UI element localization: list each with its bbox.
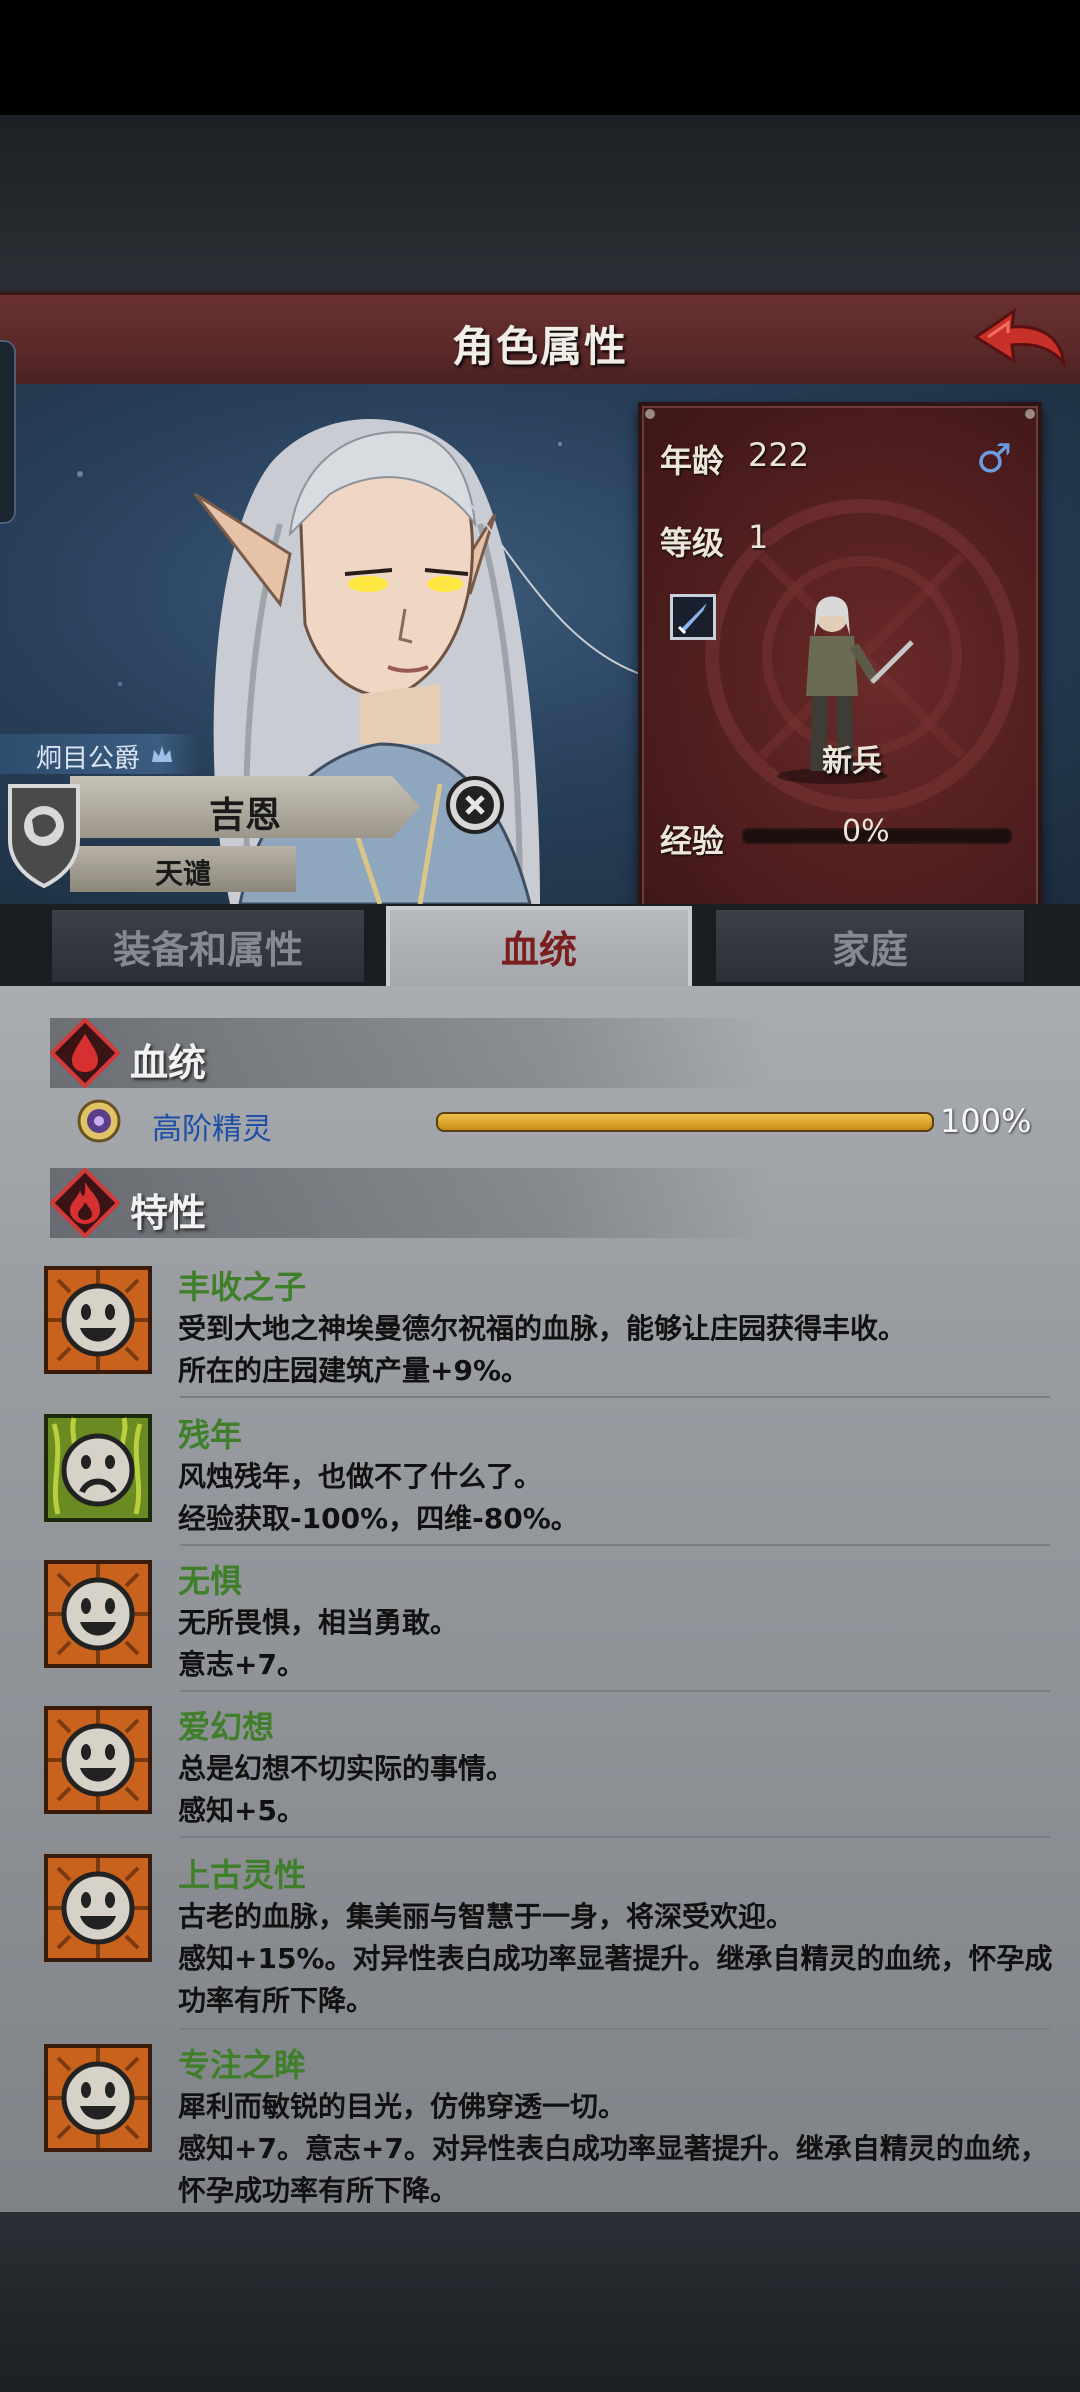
trait-effect-line: 感知+15%。对异性表白成功率显著提升。继承自精灵的血统，怀孕成 — [178, 1942, 1053, 1975]
trait-desc-line: 风烛残年，也做不了什么了。 — [178, 1460, 543, 1493]
character-name: 吉恩 — [208, 795, 281, 836]
bloodline-name: 高阶精灵 — [152, 1112, 272, 1147]
shield-crest-icon — [8, 784, 80, 888]
happy-face-icon — [44, 1266, 152, 1374]
trait-name: 残年 — [178, 1416, 243, 1454]
level-label: 等级 — [660, 524, 725, 562]
class-name: 新兵 — [822, 744, 882, 779]
top-background — [0, 115, 1080, 295]
tab-bloodline[interactable]: 血统 — [386, 906, 692, 986]
tab-equipment[interactable]: 装备和属性 — [48, 906, 368, 986]
trait-effect-line: 感知+7。意志+7。对异性表白成功率显著提升。继承自精灵的血统， — [178, 2132, 1048, 2165]
trait-name: 爱幻想 — [178, 1708, 275, 1746]
trait-description: 古老的血脉，集美丽与智慧于一身，将深受欢迎。 感知+15%。对异性表白成功率显著… — [178, 1896, 1058, 2022]
happy-face-icon — [44, 2044, 152, 2152]
noble-title-tag: 炯目公爵 — [0, 734, 200, 774]
trait-effect-line: 所在的庄园建筑产量+9%。 — [178, 1354, 529, 1387]
character-subtitle-plate: 天谴 — [70, 846, 296, 892]
exp-percent: 0% — [842, 814, 890, 849]
page-header: 角色属性 — [0, 292, 1080, 392]
trait-description: 受到大地之神埃曼德尔祝福的血脉，能够让庄园获得丰收。 所在的庄园建筑产量+9%。 — [178, 1308, 1058, 1392]
trait-desc-line: 古老的血脉，集美丽与智慧于一身，将深受欢迎。 — [178, 1900, 795, 1933]
divider — [180, 1690, 1050, 1692]
divider — [180, 1836, 1050, 1838]
happy-face-icon — [44, 1854, 152, 1962]
trait-effect-line: 感知+5。 — [178, 1794, 305, 1827]
back-button[interactable] — [968, 303, 1068, 379]
trait-name: 上古灵性 — [178, 1856, 307, 1894]
exp-label: 经验 — [660, 822, 725, 860]
tab-family[interactable]: 家庭 — [712, 906, 1028, 986]
trait-name: 专注之眸 — [178, 2046, 307, 2084]
dagger-class-icon[interactable] — [670, 594, 716, 640]
trait-desc-line: 总是幻想不切实际的事情。 — [178, 1752, 515, 1785]
trait-description: 总是幻想不切实际的事情。 感知+5。 — [178, 1748, 1058, 1832]
close-button[interactable] — [446, 776, 504, 834]
character-subtitle: 天谴 — [154, 857, 211, 890]
trait-effect-line: 经验获取-100%，四维-80%。 — [178, 1502, 579, 1535]
bloodline-section-title: 血统 — [130, 1041, 207, 1085]
trait-desc-line: 无所畏惧，相当勇敢。 — [178, 1606, 459, 1639]
level-value: 1 — [748, 518, 769, 556]
trait-effect-line: 意志+7。 — [178, 1648, 305, 1681]
happy-face-icon — [44, 1706, 152, 1814]
bloodline-section-header: 血统 — [50, 1018, 770, 1088]
age-value: 222 — [748, 436, 810, 474]
male-icon: ♂ — [976, 436, 1012, 482]
page-title: 角色属性 — [451, 322, 628, 371]
happy-face-icon — [44, 1560, 152, 1668]
crown-icon — [152, 746, 172, 762]
divider — [180, 1396, 1050, 1398]
trait-name: 丰收之子 — [178, 1268, 307, 1306]
close-icon — [456, 786, 494, 824]
trait-description: 风烛残年，也做不了什么了。 经验获取-100%，四维-80%。 — [178, 1456, 1058, 1540]
divider — [180, 2028, 1050, 2030]
traits-section-header: 特性 — [50, 1168, 770, 1238]
bloodline-row: 高阶精灵 100% — [50, 1098, 1040, 1148]
age-label: 年龄 — [660, 442, 725, 480]
bloodline-progress-bar — [436, 1112, 934, 1132]
divider — [180, 1544, 1050, 1546]
blood-drop-icon — [50, 1018, 120, 1088]
sad-face-icon — [44, 1414, 152, 1522]
bloodline-percent: 100% — [940, 1102, 1032, 1140]
elf-bloodline-icon — [77, 1099, 121, 1143]
bottom-background — [0, 2212, 1080, 2392]
bloodline-content[interactable]: 血统 高阶精灵 100% 特性 丰收之子 受到大地之神埃曼德尔祝福的血脉，能够让… — [0, 986, 1080, 2212]
noble-title: 炯目公爵 — [36, 744, 141, 774]
trait-name: 无惧 — [178, 1562, 243, 1600]
flame-icon — [50, 1168, 120, 1238]
trait-description: 犀利而敏锐的目光，仿佛穿透一切。 感知+7。意志+7。对异性表白成功率显著提升。… — [178, 2086, 1058, 2212]
trait-effect-line: 怀孕成功率有所下降。 — [178, 2174, 459, 2207]
stats-panel: 年龄 222 ♂ 等级 1 新兵 经验 0% — [638, 402, 1042, 910]
trait-effect-line: 功率有所下降。 — [178, 1984, 375, 2017]
trait-description: 无所畏惧，相当勇敢。 意志+7。 — [178, 1602, 1058, 1686]
trait-desc-line: 犀利而敏锐的目光，仿佛穿透一切。 — [178, 2090, 627, 2123]
trait-desc-line: 受到大地之神埃曼德尔祝福的血脉，能够让庄园获得丰收。 — [178, 1312, 907, 1345]
character-name-plate[interactable]: 吉恩 — [70, 776, 420, 838]
traits-section-title: 特性 — [130, 1191, 207, 1235]
back-arrow-icon — [973, 307, 1067, 368]
status-bar-area — [0, 0, 1080, 115]
side-handle[interactable] — [0, 340, 16, 524]
